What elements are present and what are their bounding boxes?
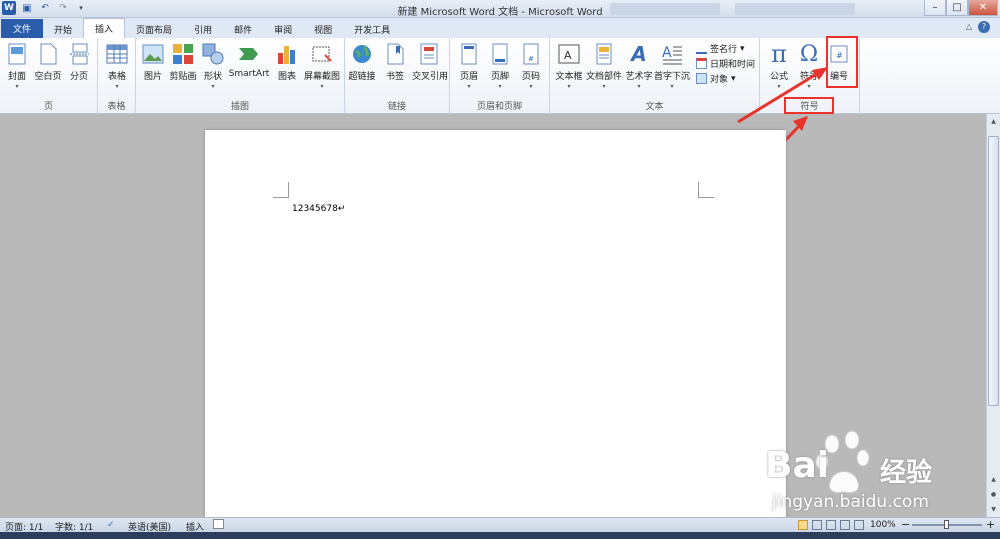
zoom-slider-knob[interactable] [944,520,949,529]
draft-view-icon[interactable] [854,520,864,530]
zoom-in-button[interactable]: + [986,518,995,531]
margin-mark-top-left [273,182,289,198]
baidu-watermark: Bai 经验 jingyan.baidu.com [760,430,990,515]
watermark-url: jingyan.baidu.com [772,492,929,512]
os-taskbar [0,532,1000,539]
outline-view-icon[interactable] [840,520,850,530]
web-layout-view-icon[interactable] [826,520,836,530]
print-layout-view-icon[interactable] [798,520,808,530]
macro-record-icon[interactable] [213,519,224,529]
fullscreen-reading-view-icon[interactable] [812,520,822,530]
zoom-out-button[interactable]: − [901,518,910,531]
watermark-brand: Bai [765,445,830,486]
spellcheck-icon[interactable]: ✓ [107,520,115,530]
document-text[interactable]: 12345678↵ [292,204,345,214]
status-bar: 页面: 1/1 字数: 1/1 ✓ 英语(美国) 插入 100% − + [0,517,1000,533]
scroll-up-icon[interactable]: ▲ [988,116,999,127]
scroll-thumb[interactable] [988,136,999,406]
margin-mark-top-right [698,182,714,198]
document-page[interactable]: 12345678↵ [205,130,786,520]
zoom-level[interactable]: 100% [870,520,896,530]
watermark-brand-cn: 经验 [880,458,933,488]
